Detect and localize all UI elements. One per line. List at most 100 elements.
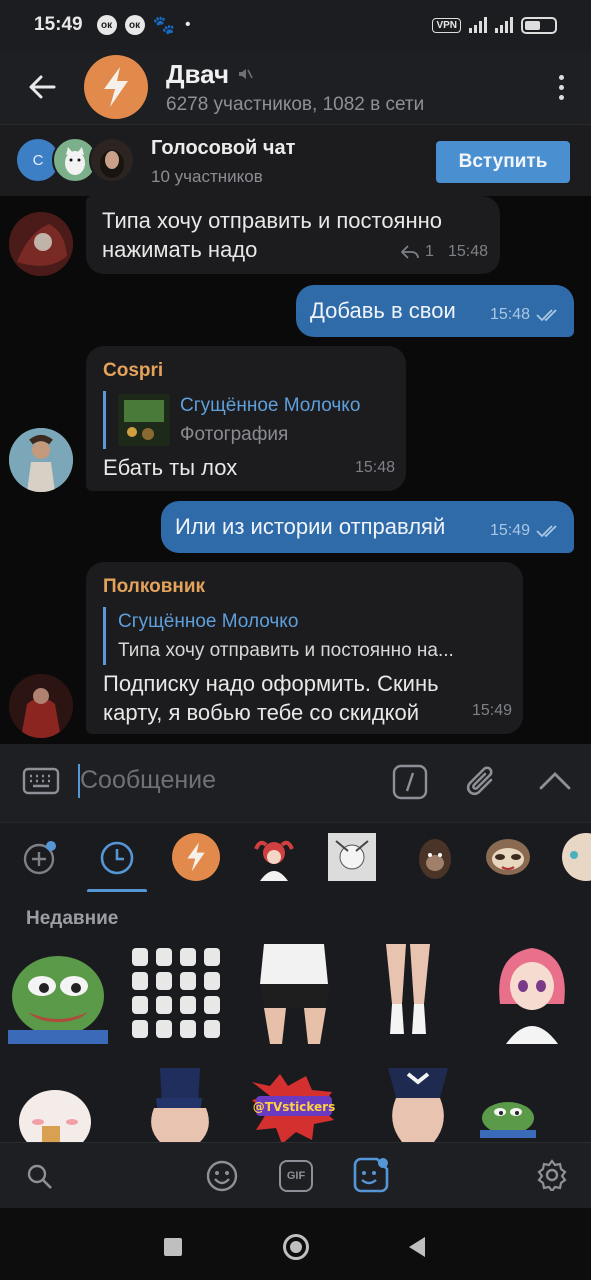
monkey-pack-icon (419, 839, 451, 879)
user-avatar-icon (9, 212, 73, 276)
sticker-panel: Недавние @TVstickers (0, 892, 591, 1154)
settings-button[interactable] (536, 1159, 568, 1196)
reply-arrow-icon (401, 244, 419, 259)
back-button[interactable] (0, 73, 84, 101)
pepe-small-icon (480, 1102, 536, 1138)
voice-chat-banner[interactable]: С Голосовой чат 10 участников Вступить (0, 124, 591, 196)
back-nav-icon (409, 1237, 425, 1257)
reply-text: Фотография (180, 424, 289, 445)
message-time: 15:48 (447, 243, 488, 260)
reply-preview[interactable]: Сгущённое Молочко Фотография (103, 391, 389, 449)
svg-text:@TVstickers: @TVstickers (253, 1100, 335, 1114)
reply-thumbnail (118, 394, 170, 446)
cat-blush-icon (19, 1090, 91, 1154)
sticker-pack-tabs (0, 822, 591, 893)
lightning-icon (104, 67, 128, 107)
status-time: 15:49 (34, 14, 83, 35)
double-check-icon (536, 308, 557, 321)
message-time: 15:49 (471, 702, 512, 719)
sticker-pack-tab[interactable] (562, 833, 591, 881)
sloth-pack-icon (486, 839, 530, 875)
settings-icon (537, 1159, 567, 1193)
notification-ok-icon: ок (124, 15, 145, 35)
battery-icon (521, 16, 557, 34)
recents-nav-button[interactable] (164, 1238, 182, 1256)
message-bubble[interactable]: Cospri Сгущённое Молочко Фотография Ебат… (86, 346, 406, 491)
manga-pack-icon (328, 833, 376, 881)
message-bubble[interactable]: Полковник Сгущённое Молочко Типа хочу от… (86, 562, 523, 734)
cat-blush-sticker[interactable] (16, 1082, 94, 1154)
anime-girl-sticker[interactable] (490, 944, 574, 1049)
message-bubble[interactable]: Типа хочу отправить и постоянно нажимать… (86, 196, 500, 274)
cats-grid-sticker[interactable] (128, 944, 226, 1049)
reply-author: Сгущённое Молочко (180, 395, 361, 416)
more-menu-button[interactable] (531, 74, 591, 100)
sticker-pack-tab[interactable] (328, 833, 376, 881)
join-voice-button[interactable]: Вступить (436, 141, 570, 183)
message-sender: Полковник (103, 576, 206, 597)
chat-avatar[interactable] (84, 55, 148, 119)
user-avatar-icon (9, 674, 73, 738)
message-time: 15:49 (489, 522, 530, 539)
signal-h-plus-icon (469, 17, 487, 33)
message-list[interactable]: Типа хочу отправить и постоянно нажимать… (0, 196, 591, 744)
section-title: Недавние (26, 908, 119, 929)
back-nav-button[interactable] (408, 1236, 426, 1263)
maid-sticker[interactable] (378, 1068, 458, 1147)
home-nav-button[interactable] (283, 1234, 309, 1260)
add-sticker-icon (23, 841, 56, 875)
chat-title-block[interactable]: Двач 6278 участников, 1082 в сети (166, 59, 531, 116)
user-avatar-icon (9, 428, 73, 492)
shorts-sticker[interactable] (250, 944, 340, 1049)
anime-girl-icon (499, 948, 565, 1044)
avatar[interactable] (9, 674, 73, 738)
keyboard-icon (22, 767, 60, 795)
gif-tab[interactable]: GIF (279, 1160, 313, 1192)
user-photo-icon (100, 150, 124, 178)
chat-subtitle: 6278 участников, 1082 в сети (166, 93, 425, 115)
message-meta: 1 15:48 (401, 237, 488, 266)
swimsuit-sticker[interactable] (140, 1068, 218, 1147)
message-meta: 15:48 (490, 300, 562, 329)
message-bubble-outgoing[interactable]: Добавь в свои 15:48 (296, 285, 574, 337)
chevron-up-icon (539, 772, 571, 790)
reply-preview[interactable]: Сгущённое Молочко Типа хочу отправить и … (103, 607, 506, 665)
attach-icon (466, 766, 493, 796)
sticker-pack-tab[interactable] (250, 835, 298, 886)
pepe-sticker[interactable] (8, 946, 108, 1049)
sticker-pack-tab[interactable] (414, 833, 456, 886)
cats-grid-icon (132, 948, 220, 1038)
message-input[interactable]: Сообщение (80, 766, 216, 795)
reply-author: Сгущённое Молочко (118, 611, 299, 632)
expand-button[interactable] (538, 770, 572, 797)
dot-icon (558, 94, 564, 100)
avatar[interactable] (9, 428, 73, 492)
shorts-icon (260, 944, 330, 1044)
recent-tab[interactable] (98, 839, 136, 882)
chat-name: Двач (166, 58, 230, 89)
message-text: Подписку надо оформить. Скинь карту, я в… (103, 671, 439, 725)
tvstickers-icon: @TVstickers (252, 1074, 335, 1144)
attach-button[interactable] (465, 762, 499, 807)
voice-chat-subtitle: 10 участников (151, 167, 263, 186)
message-bubble-outgoing[interactable]: Или из истории отправляй 15:49 (161, 501, 574, 553)
emoji-tab[interactable] (205, 1159, 239, 1198)
sticker-tab[interactable] (351, 1157, 391, 1200)
sticker-pack-tab[interactable] (172, 833, 220, 881)
swimsuit-icon (151, 1068, 209, 1142)
maid-icon (388, 1068, 448, 1142)
command-button[interactable] (392, 764, 428, 805)
tvstickers-sticker[interactable]: @TVstickers (248, 1072, 340, 1147)
signal-icon (495, 17, 513, 33)
sticker-pack-tab[interactable] (484, 835, 532, 884)
voice-avatar-user (89, 137, 135, 183)
sticker-icon (353, 1157, 389, 1193)
mute-icon (239, 69, 253, 79)
pepe-small-sticker[interactable] (480, 1098, 536, 1143)
avatar[interactable] (9, 212, 73, 276)
keyboard-button[interactable] (22, 766, 60, 801)
dot-icon (558, 84, 564, 90)
search-button[interactable] (26, 1163, 54, 1196)
add-sticker-tab[interactable] (22, 840, 58, 881)
legs-sticker[interactable] (380, 944, 436, 1049)
